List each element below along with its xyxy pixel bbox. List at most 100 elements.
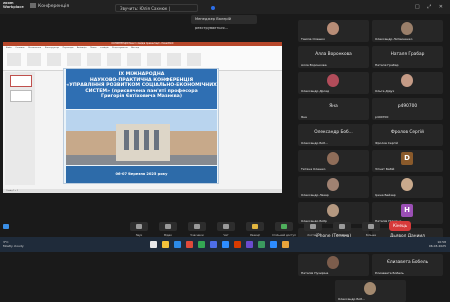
taskbar-app-icon[interactable] [150, 241, 157, 248]
participant-name: Наталя Грабар [375, 63, 399, 67]
participant-display-name: p490700 [397, 104, 418, 109]
speaker-indicator[interactable]: Звучить: Юлія Сахнюк | [115, 4, 198, 12]
participant-tile[interactable]: Єлизавета Бобель Єлизавета Бобель [372, 254, 443, 276]
slide-line: «УПРАВЛІННЯ РОЗВИТКОМ СОЦІАЛЬНО-ЕКОНОМІЧ… [66, 83, 217, 89]
participant-display-name: Наталя Грабар [390, 52, 425, 57]
avatar [401, 178, 413, 191]
participant-name: Фролов Сергій [375, 141, 399, 145]
participant-name: Олександр Лазар [301, 193, 329, 197]
avatar [327, 22, 339, 35]
participant-tile[interactable]: Олександр Литвиненко [372, 20, 443, 42]
taskbar-app-icon[interactable] [186, 241, 193, 248]
participant-tile[interactable]: Олександр Боб... [335, 280, 406, 302]
avatar [364, 282, 376, 295]
participant-tile[interactable]: Ольга Дідух [372, 72, 443, 94]
system-clock[interactable]: 10:58 06.03.2025 [429, 240, 446, 248]
avatar [401, 74, 413, 87]
participant-tile[interactable]: Яна Яна [298, 98, 369, 120]
participant-name: Олександр Боб... [338, 297, 365, 301]
taskbar-app-icon[interactable] [222, 241, 229, 248]
slide-title-band: IX МІЖНАРОДНА НАУКОВО-ПРАКТИЧНА КОНФЕРЕН… [66, 69, 217, 109]
participant-tile[interactable]: Таміла Олешко [298, 20, 369, 42]
control-button[interactable]: Хостинг [304, 222, 322, 237]
participant-name: p490700 [375, 115, 389, 119]
slide-thumbnails [5, 72, 35, 185]
taskbar-app-icon[interactable] [246, 241, 253, 248]
avatar [327, 178, 339, 191]
control-icon [310, 224, 316, 229]
window-controls[interactable]: □ ⤢ ✕ [415, 4, 446, 10]
participant-name: Алла Воронкова [301, 63, 327, 67]
control-icon [252, 224, 258, 229]
control-button[interactable]: Реакції [246, 222, 264, 237]
participant-display-name: Олександр Боб... [314, 130, 353, 135]
participant-tile[interactable]: p490700 p490700 [372, 98, 443, 120]
participant-name: Таміла Олешко [301, 37, 325, 41]
slide-thumbnail[interactable] [10, 90, 32, 102]
control-button[interactable]: Спільний доступ [272, 222, 296, 237]
participant-display-name: Єлизавета Бобель [386, 260, 429, 265]
participant-name: Олександр Боб... [301, 141, 328, 145]
participant-tile[interactable]: Олександр Боб... Олександр Боб... [298, 124, 369, 146]
participant-tile[interactable]: Алла Воронкова Алла Воронкова [298, 46, 369, 68]
control-icon [136, 224, 142, 229]
taskbar-app-icon[interactable] [198, 241, 205, 248]
taskbar-app-icon[interactable] [210, 241, 217, 248]
control-icon [368, 224, 374, 229]
control-button[interactable]: Чат [217, 222, 235, 237]
ribbon-group [187, 53, 201, 66]
participant-name: Тетяна Олешко [301, 167, 326, 171]
avatar [327, 152, 339, 165]
taskbar-app-icon[interactable] [270, 241, 277, 248]
slide-thumbnail[interactable] [10, 75, 32, 87]
control-icon [165, 224, 171, 229]
control-button[interactable]: Звук [130, 222, 148, 237]
ribbon-group [107, 53, 121, 66]
conference-slide: IX МІЖНАРОДНА НАУКОВО-ПРАКТИЧНА КОНФЕРЕН… [63, 68, 219, 184]
avatar [327, 74, 339, 87]
mic-icon [3, 224, 9, 229]
taskbar-app-icon[interactable] [282, 241, 289, 248]
taskbar-app-icon[interactable] [162, 241, 169, 248]
control-button[interactable]: Відео [159, 222, 177, 237]
participant-tile[interactable]: Олександр Бобр [298, 202, 369, 224]
zoom-top-bar: zoom Workplace Конференція Звучить: Юлія… [0, 0, 450, 14]
control-icon [223, 224, 229, 229]
participant-display-name: Фролов Сергій [391, 130, 424, 135]
control-icon [339, 224, 345, 229]
university-building-photo [66, 110, 217, 165]
ribbon-group [127, 53, 141, 66]
control-icon [281, 224, 287, 229]
zoom-logo: zoom Workplace [3, 1, 24, 9]
participant-tile[interactable]: Наталія Пузиріна [298, 254, 369, 276]
notification-toast[interactable]: Менеджер Валерій реєструвається... [191, 15, 257, 30]
participant-tile[interactable]: Фролов Сергій Фролов Сергій [372, 124, 443, 146]
participant-display-name: Яна [329, 104, 338, 109]
control-button[interactable]: Додатки [333, 222, 351, 237]
slide-date: 06-07 березня 2025 року [66, 166, 217, 183]
end-meeting-button[interactable]: Кінець [389, 221, 411, 231]
control-button[interactable]: Учасники [188, 222, 206, 237]
taskbar-app-icon[interactable] [258, 241, 265, 248]
participant-tile[interactable]: Наталя Грабар Наталя Грабар [372, 46, 443, 68]
participant-tile[interactable]: Ірина Бейзер [372, 176, 443, 198]
avatar: H [401, 204, 413, 217]
pp-status-bar: Слайд 1 з 1 [3, 189, 282, 193]
participant-tile[interactable]: Тетяна Олешко [298, 150, 369, 172]
participant-tile[interactable]: Олександр Лазар [298, 176, 369, 198]
ribbon-group [167, 53, 181, 66]
taskbar-app-icon[interactable] [174, 241, 181, 248]
participant-name: Олександр Литвиненко [375, 37, 413, 41]
participant-display-name: Алла Воронкова [315, 52, 352, 57]
ribbon-group [27, 53, 41, 66]
ribbon-group [47, 53, 61, 66]
participant-tile[interactable]: D Зігнат Бабій [372, 150, 443, 172]
participant-tile[interactable]: Олександр Дрозд [298, 72, 369, 94]
taskbar-app-icon[interactable] [234, 241, 241, 248]
weather-widget[interactable]: 3°C Mostly cloudy [3, 240, 24, 248]
avatar [401, 22, 413, 35]
audio-status[interactable] [3, 224, 45, 229]
conference-label[interactable]: Конференція [30, 3, 69, 9]
control-icon [194, 224, 200, 229]
control-button[interactable]: Більше [362, 222, 380, 237]
